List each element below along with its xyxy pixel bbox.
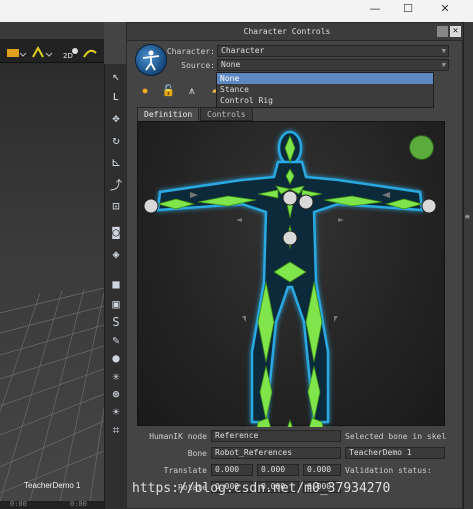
character-value: Character	[221, 46, 265, 55]
rotate-icon[interactable]: ↻	[108, 132, 124, 148]
source-option-none[interactable]: None	[217, 73, 433, 84]
character-definition-view[interactable]	[137, 121, 445, 446]
chevron-down-icon: ▼	[441, 61, 446, 69]
scale-icon[interactable]: ⊾	[108, 154, 124, 170]
tab-definition[interactable]: Definition	[137, 107, 200, 121]
star-icon[interactable]: ✸	[137, 83, 153, 99]
cube-icon[interactable]: ■	[108, 276, 124, 292]
source-option-control-rig[interactable]: Control Rig	[217, 95, 433, 106]
time-start: 0:00	[10, 500, 27, 508]
lcl-space-icon[interactable]: ʟ	[108, 88, 124, 104]
skeleton-icon[interactable]: ⩚	[184, 83, 200, 99]
body-figure	[143, 130, 437, 446]
splitter-handle[interactable]: ≡	[465, 212, 472, 222]
validation-status-label: Validation status:	[345, 466, 432, 475]
viewer-toolbar-icons: 2D	[7, 45, 97, 60]
sphere-icon[interactable]: ●	[108, 350, 124, 366]
floor-grid	[0, 287, 104, 502]
pivot-icon[interactable]: ⊡	[108, 198, 124, 214]
time-end: 0:00	[70, 500, 87, 508]
chevron-down-icon: ▼	[441, 47, 446, 55]
camera-icon[interactable]: ◙	[108, 224, 124, 240]
frame-icon[interactable]: ⌗	[108, 422, 124, 438]
lock-icon[interactable]: 🔓	[160, 83, 176, 99]
character-label: Character:	[166, 47, 215, 56]
viewport-character-label: TeacherDemo 1	[24, 481, 81, 490]
sun-icon[interactable]: ☀	[108, 404, 124, 420]
tab-bar: Definition Controls	[137, 107, 447, 121]
panel-title: Character Controls	[243, 27, 331, 36]
humanik-figure-icon	[142, 50, 160, 71]
watermark-text: https://blog.csdn.net/m0_37934270	[132, 481, 391, 496]
character-toolbar: ✸ 🔓 ⩚ ▰	[137, 83, 225, 101]
bone-segments	[156, 134, 424, 446]
bone-field[interactable]: Robot_References	[211, 447, 341, 459]
character-select[interactable]: Character ▼	[217, 45, 449, 57]
minimize-button[interactable]: —	[360, 0, 390, 22]
status-indicator	[409, 135, 434, 160]
viewport-scene: TeacherDemo 1	[0, 63, 104, 502]
humanik-node-label: HumanIK node	[149, 432, 207, 441]
humanik-node-field[interactable]: Reference	[211, 430, 341, 442]
light-icon[interactable]: ◈	[108, 246, 124, 262]
svg-text:2D: 2D	[63, 52, 73, 60]
pen-icon[interactable]: ✎	[108, 332, 124, 348]
right-dock-edge: ≡	[463, 22, 473, 509]
tool-strip: ↖ ʟ ✥ ↻ ⊾ ⤴ ⊡ ◙ ◈ ■ ▣ S ✎ ● ✳ ⊛ ☀ ⌗	[104, 64, 126, 509]
viewer-toolbar: 2D	[0, 39, 104, 63]
translate-icon[interactable]: ✥	[108, 110, 124, 126]
ik-handle-icon[interactable]: ⤴	[108, 176, 124, 192]
viewer-3d[interactable]: 2D TeacherDemo 1 0:00 0:00	[0, 22, 104, 509]
maximize-button[interactable]: ☐	[393, 0, 423, 22]
bone-label: Bone	[187, 449, 207, 458]
close-window-button[interactable]: ✕	[430, 0, 460, 22]
selected-bone-label: Selected bone in skel	[345, 432, 447, 441]
particle-icon[interactable]: ✳	[108, 368, 124, 384]
source-select[interactable]: None ▼	[217, 59, 449, 71]
panel-close-button[interactable]: ✕	[450, 26, 461, 37]
os-window-titlebar: — ☐ ✕	[0, 0, 473, 22]
translate-x-field[interactable]: 0.000	[211, 464, 253, 476]
curve-icon[interactable]: S	[108, 314, 124, 330]
translate-label: Translate	[163, 466, 207, 475]
source-value: None	[221, 60, 241, 69]
tab-controls[interactable]: Controls	[200, 107, 253, 121]
bone-owner-field[interactable]: TeacherDemo 1	[345, 447, 445, 459]
panel-titlebar: Character Controls ✕	[127, 23, 464, 41]
cube-outline-icon[interactable]: ▣	[108, 296, 124, 312]
dock-icon[interactable]	[437, 26, 448, 37]
translate-y-field[interactable]: 0.000	[257, 464, 299, 476]
time-bar: 0:00 0:00	[0, 500, 104, 509]
translate-z-field[interactable]: 0.000	[303, 464, 341, 476]
constraint-icon[interactable]: ⊛	[108, 386, 124, 402]
select-arrow-icon[interactable]: ↖	[108, 68, 124, 84]
source-option-stance[interactable]: Stance	[217, 84, 433, 95]
source-dropdown-list: None Stance Control Rig	[216, 72, 434, 108]
bone-properties: HumanIK node Reference Selected bone in …	[137, 428, 464, 508]
source-label: Source:	[181, 61, 215, 70]
